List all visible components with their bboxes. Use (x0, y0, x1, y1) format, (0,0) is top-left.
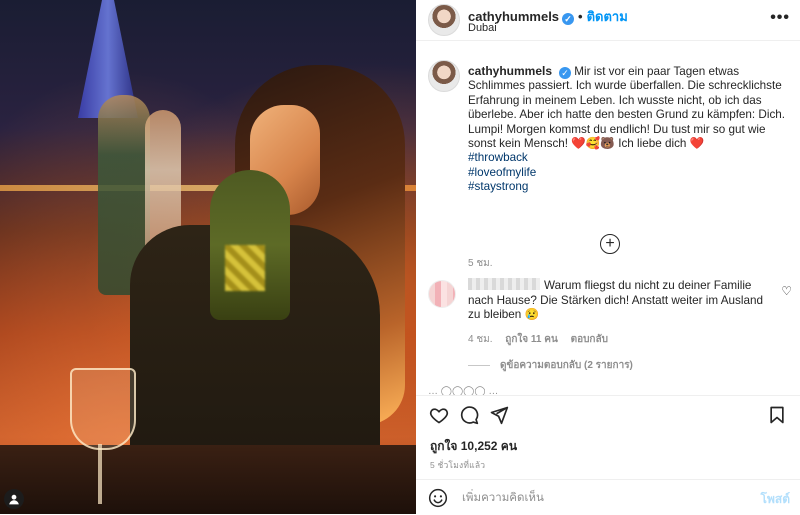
caption-emojis: ❤️🥰🐻 (571, 137, 615, 151)
hashtag-link[interactable]: #staystrong (468, 180, 790, 194)
heart-emoji: ❤️ (689, 137, 705, 151)
hashtag-link[interactable]: #throwback (468, 151, 790, 165)
avatar[interactable] (428, 60, 460, 92)
avatar[interactable] (428, 4, 460, 36)
follow-button[interactable]: ติดตาม (587, 9, 628, 24)
post-photo[interactable] (0, 0, 416, 514)
tagged-user-icon[interactable] (4, 489, 24, 509)
post-comment-button[interactable]: โพสต์ (761, 490, 790, 509)
comment-likes[interactable]: ถูกใจ 11 คน (505, 334, 558, 345)
blurred-face (225, 245, 265, 291)
hashtag-link[interactable]: #loveofmylife (468, 166, 790, 180)
comment-text: Warum fliegst du nicht zu deiner Familie… (468, 278, 768, 323)
location-link[interactable]: Dubai (468, 22, 497, 34)
wine-glass (70, 368, 136, 450)
view-replies-label: ดูข้อความตอบกลับ (2 รายการ) (500, 360, 633, 371)
view-replies-button[interactable]: ดูข้อความตอบกลับ (2 รายการ) (468, 358, 633, 373)
like-icon[interactable] (428, 404, 450, 426)
load-more-comments-icon[interactable]: + (600, 234, 620, 254)
comment-time[interactable]: 4 ชม. (468, 334, 493, 345)
caption-body-end: Ich liebe dich (614, 137, 690, 151)
post-side-panel: cathyhummels ✓ • ติดตาม Dubai ••• cathyhumm… (416, 0, 800, 514)
post-header: cathyhummels ✓ • ติดตาม Dubai ••• (416, 0, 800, 41)
emoji-icon[interactable] (428, 488, 448, 508)
reply-button[interactable]: ตอบกลับ (571, 334, 608, 345)
action-bar (416, 395, 800, 436)
add-comment-bar: โพสต์ (416, 479, 800, 515)
wine-glass-stem (98, 444, 102, 504)
caption-timestamp[interactable]: 5 ชม. (468, 256, 493, 271)
caption-text: cathyhummels ✓ Mir ist vor ein paar Tagen… (468, 64, 790, 195)
like-comment-icon[interactable]: ♡ (781, 284, 792, 298)
comment-input[interactable] (460, 488, 734, 508)
commenter-avatar[interactable] (428, 280, 456, 308)
comment-meta: 4 ชม. ถูกใจ 11 คน ตอบกลับ (468, 332, 618, 347)
verified-icon: ✓ (562, 13, 575, 25)
share-icon[interactable] (488, 404, 510, 426)
comment-emoji: 😢 (524, 308, 540, 321)
caption-username[interactable]: cathyhummels (468, 64, 552, 78)
post-timestamp[interactable]: 5 ชั่วโมงที่แล้ว (430, 458, 485, 472)
table (0, 445, 416, 514)
save-icon[interactable] (766, 404, 788, 426)
separator-dot: • (578, 9, 583, 24)
more-options-icon[interactable]: ••• (770, 9, 790, 27)
verified-icon: ✓ (559, 67, 572, 79)
likes-count[interactable]: ถูกใจ 10,252 คน (430, 437, 517, 456)
replies-line (468, 365, 490, 366)
comment-icon[interactable] (458, 404, 480, 426)
commenter-username-redacted[interactable] (468, 278, 540, 290)
